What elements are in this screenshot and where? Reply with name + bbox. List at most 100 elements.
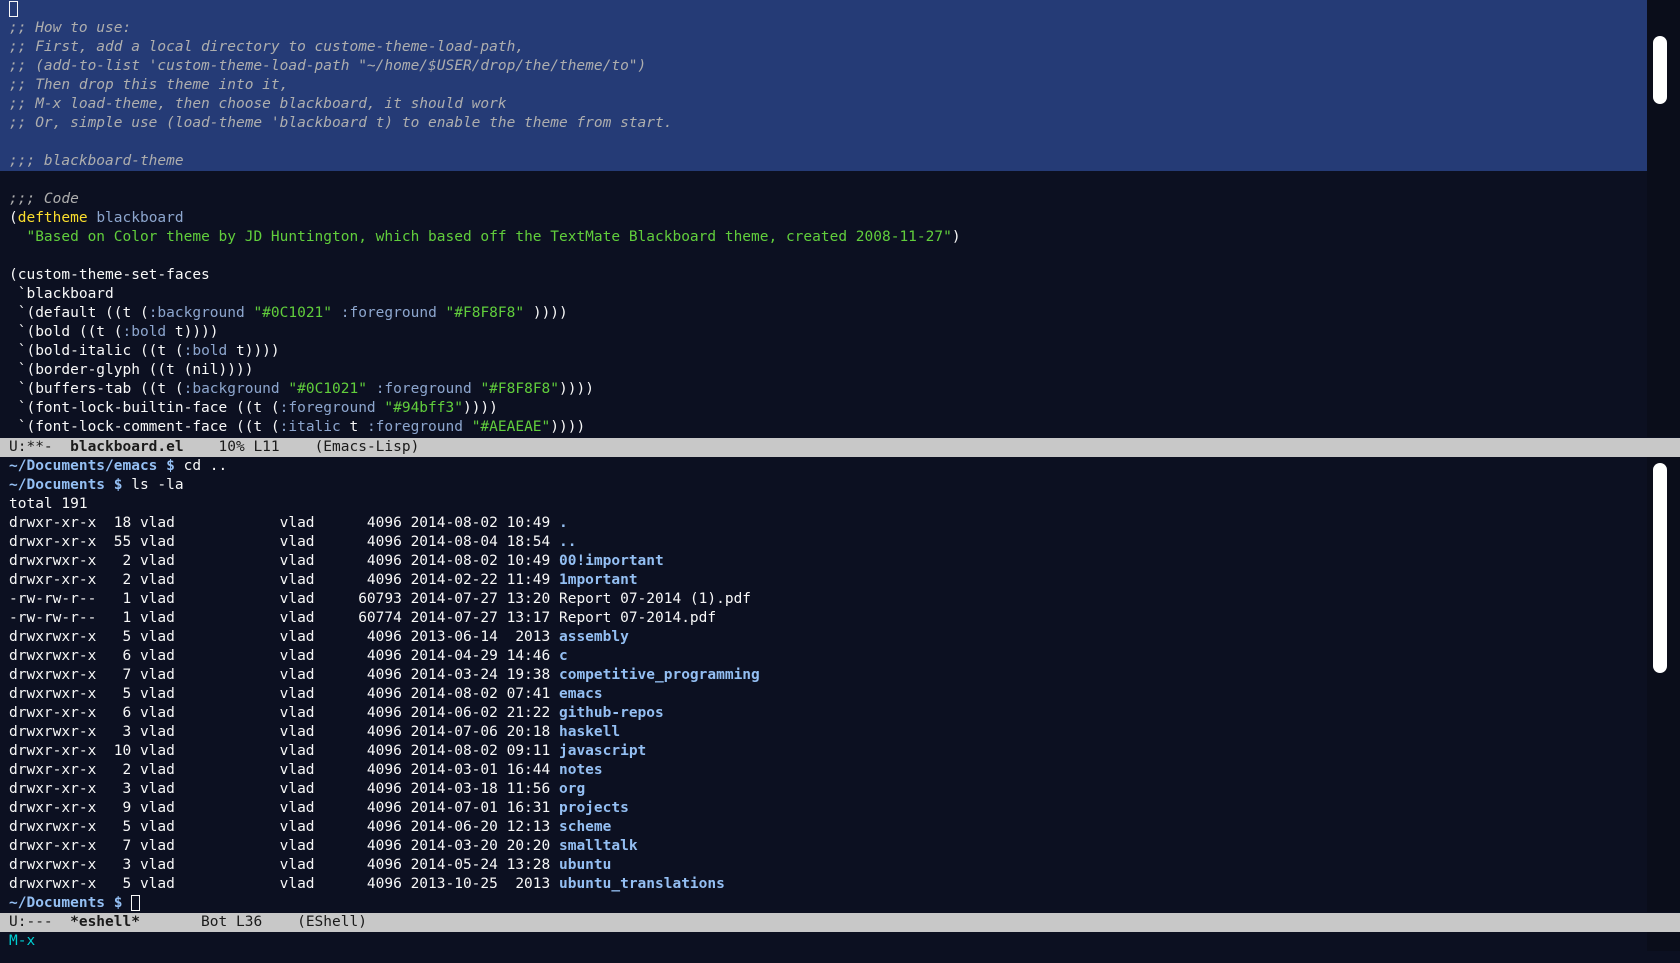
buffer-status: U:**-	[9, 439, 71, 455]
ls-entry: drwxrwxr-x 5 vlad vlad 4096 2013-06-14 2…	[0, 628, 1647, 647]
directory-name[interactable]: .	[559, 515, 568, 531]
directory-name[interactable]: c	[559, 648, 568, 664]
keyword-arg: :bold	[183, 343, 228, 359]
editor-pane[interactable]: ;; How to use:;; First, add a local dire…	[0, 0, 1647, 437]
directory-name[interactable]: smalltalk	[559, 838, 638, 854]
shell-command-line: ~/Documents $ ls -la	[0, 476, 1647, 495]
code-text: `(bold-italic ((t (	[9, 343, 184, 359]
ls-entry-meta: drwxr-xr-x 2 vlad vlad 4096 2014-03-01 1…	[9, 762, 559, 778]
code-text: ))))	[462, 400, 498, 416]
ls-entry-meta: drwxr-xr-x 6 vlad vlad 4096 2014-06-02 2…	[9, 705, 559, 721]
comment-line: ;; How to use:	[0, 19, 1647, 38]
directory-name[interactable]: 1mportant	[559, 572, 638, 588]
file-name[interactable]: Report 07-2014.pdf	[559, 610, 716, 626]
code-text: t))))	[166, 324, 219, 340]
keyword-arg: :foreground	[366, 419, 463, 435]
directory-name[interactable]: org	[559, 781, 585, 797]
minibuffer-scrollbar	[1647, 932, 1680, 951]
header-comment: ;;; blackboard-theme	[0, 152, 1647, 171]
directory-name[interactable]: haskell	[559, 724, 620, 740]
major-mode[interactable]: (EShell)	[297, 914, 367, 930]
directory-name[interactable]: emacs	[559, 686, 603, 702]
shell-command-line: ~/Documents/emacs $ cd ..	[0, 457, 1647, 476]
directory-name[interactable]: javascript	[559, 743, 646, 759]
eshell-pane[interactable]: ~/Documents/emacs $ cd .. ~/Documents $ l…	[0, 457, 1647, 912]
directory-name[interactable]: ubuntu_translations	[559, 876, 725, 892]
ls-entry-meta: drwxrwxr-x 3 vlad vlad 4096 2014-07-06 2…	[9, 724, 559, 740]
file-name[interactable]: Report 07-2014 (1).pdf	[559, 591, 751, 607]
code-text: `(border-glyph ((t (nil))))	[9, 362, 254, 378]
eshell-scroll-thumb[interactable]	[1653, 463, 1667, 673]
ls-entry: drwxr-xr-x 2 vlad vlad 4096 2014-02-22 1…	[0, 571, 1647, 590]
keyword-arg: :foreground	[340, 305, 437, 321]
face-definition-line: `(buffers-tab ((t (:background "#0C1021"…	[0, 380, 1647, 399]
ls-total: total 191	[9, 496, 88, 512]
face-definition-line: `(bold ((t (:bold t))))	[0, 323, 1647, 342]
deftheme-keyword: deftheme	[17, 210, 88, 226]
doc-string: "Based on Color theme by JD Huntington, …	[26, 229, 952, 245]
ls-entry: drwxr-xr-x 6 vlad vlad 4096 2014-06-02 2…	[0, 704, 1647, 723]
ls-entry: drwxr-xr-x 2 vlad vlad 4096 2014-03-01 1…	[0, 761, 1647, 780]
usage-comment-block: ;; How to use:;; First, add a local dire…	[0, 19, 1647, 133]
ls-entry: drwxrwxr-x 5 vlad vlad 4096 2013-10-25 2…	[0, 875, 1647, 894]
code-text: `(font-lock-comment-face ((t (	[9, 419, 280, 435]
ls-entry: drwxr-xr-x 18 vlad vlad 4096 2014-08-02 …	[0, 514, 1647, 533]
code-text: ))))	[524, 305, 568, 321]
ls-entry: drwxrwxr-x 5 vlad vlad 4096 2014-06-20 1…	[0, 818, 1647, 837]
blank-line	[0, 133, 1647, 152]
minibuffer[interactable]: M-x	[0, 932, 1656, 951]
ls-entry: drwxrwxr-x 3 vlad vlad 4096 2014-05-24 1…	[0, 856, 1647, 875]
directory-name[interactable]: assembly	[559, 629, 629, 645]
keyword-arg: :background	[148, 305, 245, 321]
face-definition-line: `(default ((t (:background "#0C1021" :fo…	[0, 304, 1647, 323]
directory-name[interactable]: ubuntu	[559, 857, 611, 873]
ls-entry-meta: drwxrwxr-x 7 vlad vlad 4096 2014-03-24 1…	[9, 667, 559, 683]
buffer-name[interactable]: *eshell*	[70, 914, 140, 930]
ls-entry-meta: drwxrwxr-x 2 vlad vlad 4096 2014-08-02 1…	[9, 553, 559, 569]
buffer-status: U:---	[9, 914, 71, 930]
major-mode[interactable]: (Emacs-Lisp)	[315, 439, 420, 455]
color-string: "#AEAEAE"	[471, 419, 551, 435]
eshell-mode-line[interactable]: U:--- *eshell* Bot L36 (EShell)	[0, 913, 1680, 932]
shell-history: ~/Documents/emacs $ cd .. ~/Documents $ l…	[0, 457, 1647, 495]
editor-mode-line[interactable]: U:**- blackboard.el 10% L11 (Emacs-Lisp)	[0, 438, 1680, 457]
shell-command: cd ..	[174, 458, 228, 474]
cursor-line	[0, 0, 1647, 19]
comment-line: ;; Then drop this theme into it,	[0, 76, 1647, 95]
ls-entry: drwxrwxr-x 5 vlad vlad 4096 2014-08-02 0…	[0, 685, 1647, 704]
shell-prompt: ~/Documents $	[9, 895, 123, 911]
color-string: "#94bff3"	[384, 400, 463, 416]
comment-line: ;; Or, simple use (load-theme 'blackboar…	[0, 114, 1647, 133]
code-text: ))))	[559, 381, 594, 397]
directory-name[interactable]: github-repos	[559, 705, 664, 721]
buffer-name[interactable]: blackboard.el	[70, 439, 184, 455]
directory-name[interactable]: scheme	[559, 819, 611, 835]
editor-scroll-thumb[interactable]	[1653, 36, 1667, 104]
comment-line: ;; First, add a local directory to custo…	[0, 38, 1647, 57]
ls-entry-meta: -rw-rw-r-- 1 vlad vlad 60793 2014-07-27 …	[9, 591, 559, 607]
face-definition-line: `(font-lock-builtin-face ((t (:foregroun…	[0, 399, 1647, 418]
code-text: `(font-lock-builtin-face ((t (	[9, 400, 280, 416]
shell-cursor	[131, 895, 141, 911]
directory-name[interactable]: competitive_programming	[559, 667, 760, 683]
directory-name[interactable]: 00!important	[559, 553, 664, 569]
directory-name[interactable]: notes	[559, 762, 603, 778]
code-text: t))))	[227, 343, 280, 359]
code-text: ))))	[550, 419, 586, 435]
theme-name: blackboard	[96, 210, 184, 226]
current-prompt-line[interactable]: ~/Documents $	[0, 894, 1647, 912]
keyword-arg: :italic	[279, 419, 341, 435]
ls-entry-meta: drwxrwxr-x 5 vlad vlad 4096 2013-10-25 2…	[9, 876, 559, 892]
ls-entry: drwxr-xr-x 55 vlad vlad 4096 2014-08-04 …	[0, 533, 1647, 552]
shell-prompt: ~/Documents/emacs $	[9, 458, 175, 474]
editor-scrollbar[interactable]	[1647, 0, 1680, 437]
directory-name[interactable]: projects	[559, 800, 629, 816]
set-faces-line: (custom-theme-set-faces	[9, 267, 210, 283]
ls-entry: -rw-rw-r-- 1 vlad vlad 60793 2014-07-27 …	[0, 590, 1647, 609]
text-cursor	[9, 1, 18, 17]
directory-name[interactable]: ..	[559, 534, 576, 550]
eshell-scrollbar[interactable]	[1647, 457, 1680, 912]
